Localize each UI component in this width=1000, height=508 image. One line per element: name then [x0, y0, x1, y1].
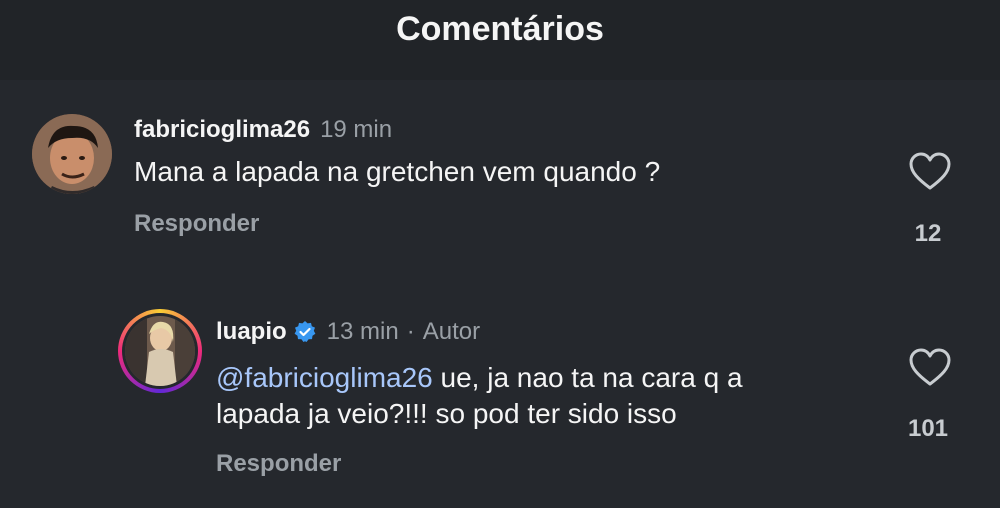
verified-badge-icon: [293, 320, 317, 344]
comments-page: Comentários fabricioglima26 19 min Mana …: [0, 0, 1000, 508]
like-count: 101: [907, 415, 949, 442]
comment-meta: fabricioglima26 19 min: [134, 116, 392, 144]
user-avatar-icon: [32, 114, 112, 194]
comment-username[interactable]: fabricioglima26: [134, 116, 310, 144]
author-label: Autor: [422, 318, 481, 345]
like-button[interactable]: [908, 348, 952, 388]
page-title: Comentários: [396, 10, 604, 48]
mention-link[interactable]: @fabricioglima26: [216, 362, 433, 393]
comments-header: Comentários: [0, 0, 1000, 80]
heart-icon: [909, 152, 951, 190]
comment-meta: luapio 13 min · Autor: [216, 318, 480, 346]
comment-username[interactable]: luapio: [216, 318, 287, 346]
user-avatar-icon: [125, 316, 195, 386]
reply-button[interactable]: Responder: [134, 210, 259, 238]
heart-icon: [909, 348, 951, 386]
meta-separator: ·: [406, 318, 415, 345]
comment-time: 13 min: [326, 318, 399, 345]
comment-text: @fabricioglima26 ue, ja nao ta na cara q…: [216, 360, 896, 432]
avatar-story-ring[interactable]: [118, 309, 202, 393]
comment-text-line1: ue, ja nao ta na cara q a: [432, 362, 743, 393]
comment-text-line2: lapada ja veio?!!! so pod ter sido isso: [216, 398, 677, 429]
like-count: 12: [914, 220, 942, 247]
reply-button[interactable]: Responder: [216, 450, 341, 478]
comment-time: 19 min: [320, 116, 393, 143]
avatar[interactable]: [32, 114, 112, 194]
comment-text: Mana a lapada na gretchen vem quando ?: [134, 156, 661, 187]
like-button[interactable]: [908, 152, 952, 192]
